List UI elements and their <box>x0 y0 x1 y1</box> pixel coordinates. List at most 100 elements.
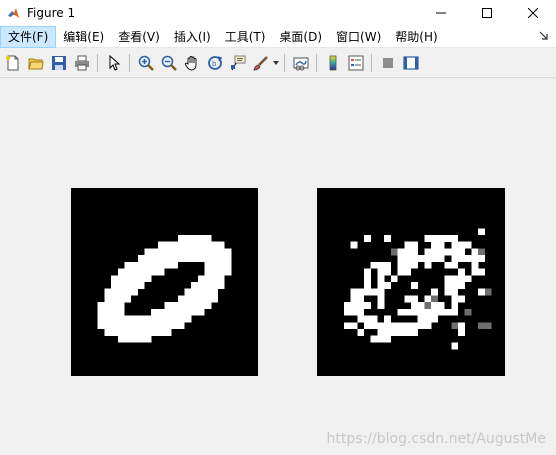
zoom-in-button[interactable] <box>134 52 157 74</box>
watermark-text: https://blog.csdn.net/AugustMe <box>326 431 546 447</box>
image-pixel <box>104 315 112 323</box>
image-pixel <box>478 268 485 276</box>
image-pixel <box>411 329 418 336</box>
image-pixel <box>451 255 459 262</box>
image-pixel <box>171 322 178 330</box>
image-pixel <box>124 261 132 269</box>
legend-button[interactable] <box>344 52 367 74</box>
pan-button[interactable] <box>180 52 203 74</box>
image-pixel <box>211 295 219 303</box>
window-controls <box>418 0 556 26</box>
menu-view[interactable]: 查看(V) <box>111 26 167 48</box>
maximize-icon <box>482 8 492 18</box>
image-pixel <box>144 315 152 323</box>
image-pixel <box>217 282 225 289</box>
image-pixel <box>431 248 438 256</box>
brush-button[interactable] <box>249 52 272 74</box>
image-pixel <box>131 261 138 269</box>
print-button[interactable] <box>70 52 93 74</box>
save-button[interactable] <box>47 52 70 74</box>
image-pixel <box>204 261 212 269</box>
colorbar-icon <box>329 55 336 70</box>
image-pixel <box>411 308 418 316</box>
image-pixel <box>177 255 185 262</box>
image-pixel <box>364 235 371 242</box>
image-pixel <box>458 295 465 303</box>
image-pixel <box>177 302 185 309</box>
image-pixel <box>364 268 371 276</box>
menu-desktop[interactable]: 桌面(D) <box>272 26 329 48</box>
image-pixel <box>191 282 199 289</box>
image-pixel <box>164 308 172 316</box>
image-pixel <box>464 308 472 316</box>
image-pixel <box>144 268 152 276</box>
rotate-3d-button[interactable]: b <box>203 52 226 74</box>
image-pixel <box>197 235 205 242</box>
image-pixel <box>370 288 378 296</box>
open-file-icon <box>27 58 44 69</box>
image-pixel <box>117 268 125 276</box>
link-plot-button[interactable] <box>289 52 312 74</box>
image-pixel <box>458 275 465 283</box>
close-button[interactable] <box>510 0 556 26</box>
image-pixel <box>458 282 465 289</box>
save-icon <box>51 55 66 70</box>
image-pixel <box>411 322 418 330</box>
menu-window[interactable]: 窗口(W) <box>329 26 388 48</box>
menu-insert[interactable]: 插入(I) <box>167 26 218 48</box>
image-pixel <box>377 282 385 289</box>
menu-help[interactable]: 帮助(H) <box>388 26 444 48</box>
image-pixel <box>411 261 418 269</box>
figure-canvas: https://blog.csdn.net/AugustMe <box>0 80 556 455</box>
matlab-logo-icon <box>8 7 19 18</box>
image-pixel <box>364 282 371 289</box>
image-pixel <box>384 329 391 336</box>
zoom-out-button[interactable] <box>157 52 180 74</box>
image-pixel <box>144 322 152 330</box>
data-cursor-button[interactable] <box>226 52 249 74</box>
image-pixel <box>124 288 132 296</box>
image-pixel <box>177 315 185 323</box>
edit-plot-button[interactable] <box>102 52 125 74</box>
colorbar-button[interactable] <box>321 52 344 74</box>
original-digit-image[interactable] <box>71 188 258 376</box>
image-pixel <box>437 255 445 262</box>
image-pixel <box>131 275 138 283</box>
image-pixel <box>197 302 205 309</box>
image-pixel <box>117 315 125 323</box>
image-pixel <box>451 235 459 242</box>
image-pixel <box>137 261 145 269</box>
image-pixel <box>131 288 138 296</box>
image-pixel <box>184 255 192 262</box>
image-pixel <box>157 241 165 249</box>
minimize-button[interactable] <box>418 0 464 26</box>
data-cursor-icon <box>230 55 245 70</box>
image-pixel <box>357 329 365 336</box>
brush-dropdown[interactable] <box>272 52 280 74</box>
image-pixel <box>157 329 165 336</box>
image-pixel <box>224 255 232 262</box>
image-pixel <box>370 322 378 330</box>
legend-icon <box>348 55 363 70</box>
image-pixel <box>151 255 158 262</box>
toolbar-separator <box>284 53 285 72</box>
menu-edit[interactable]: 编辑(E) <box>56 26 111 48</box>
new-figure-button[interactable] <box>1 52 24 74</box>
image-pixel <box>424 295 432 303</box>
image-pixel <box>97 308 105 316</box>
menu-file[interactable]: 文件(F) <box>0 25 57 48</box>
hide-plot-tools-button[interactable] <box>376 52 399 74</box>
image-pixel <box>111 315 118 323</box>
image-pixel <box>164 315 172 323</box>
image-pixel <box>444 275 452 283</box>
open-file-button[interactable] <box>24 52 47 74</box>
image-pixel <box>390 329 398 336</box>
menu-tools[interactable]: 工具(T) <box>218 26 273 48</box>
show-plot-tools-button[interactable] <box>399 52 422 74</box>
dock-arrow-icon[interactable] <box>538 30 550 42</box>
noisy-digit-image[interactable] <box>317 188 505 376</box>
image-pixel <box>104 302 112 309</box>
image-pixel <box>404 308 412 316</box>
maximize-button[interactable] <box>464 0 510 26</box>
image-pixel <box>191 288 199 296</box>
